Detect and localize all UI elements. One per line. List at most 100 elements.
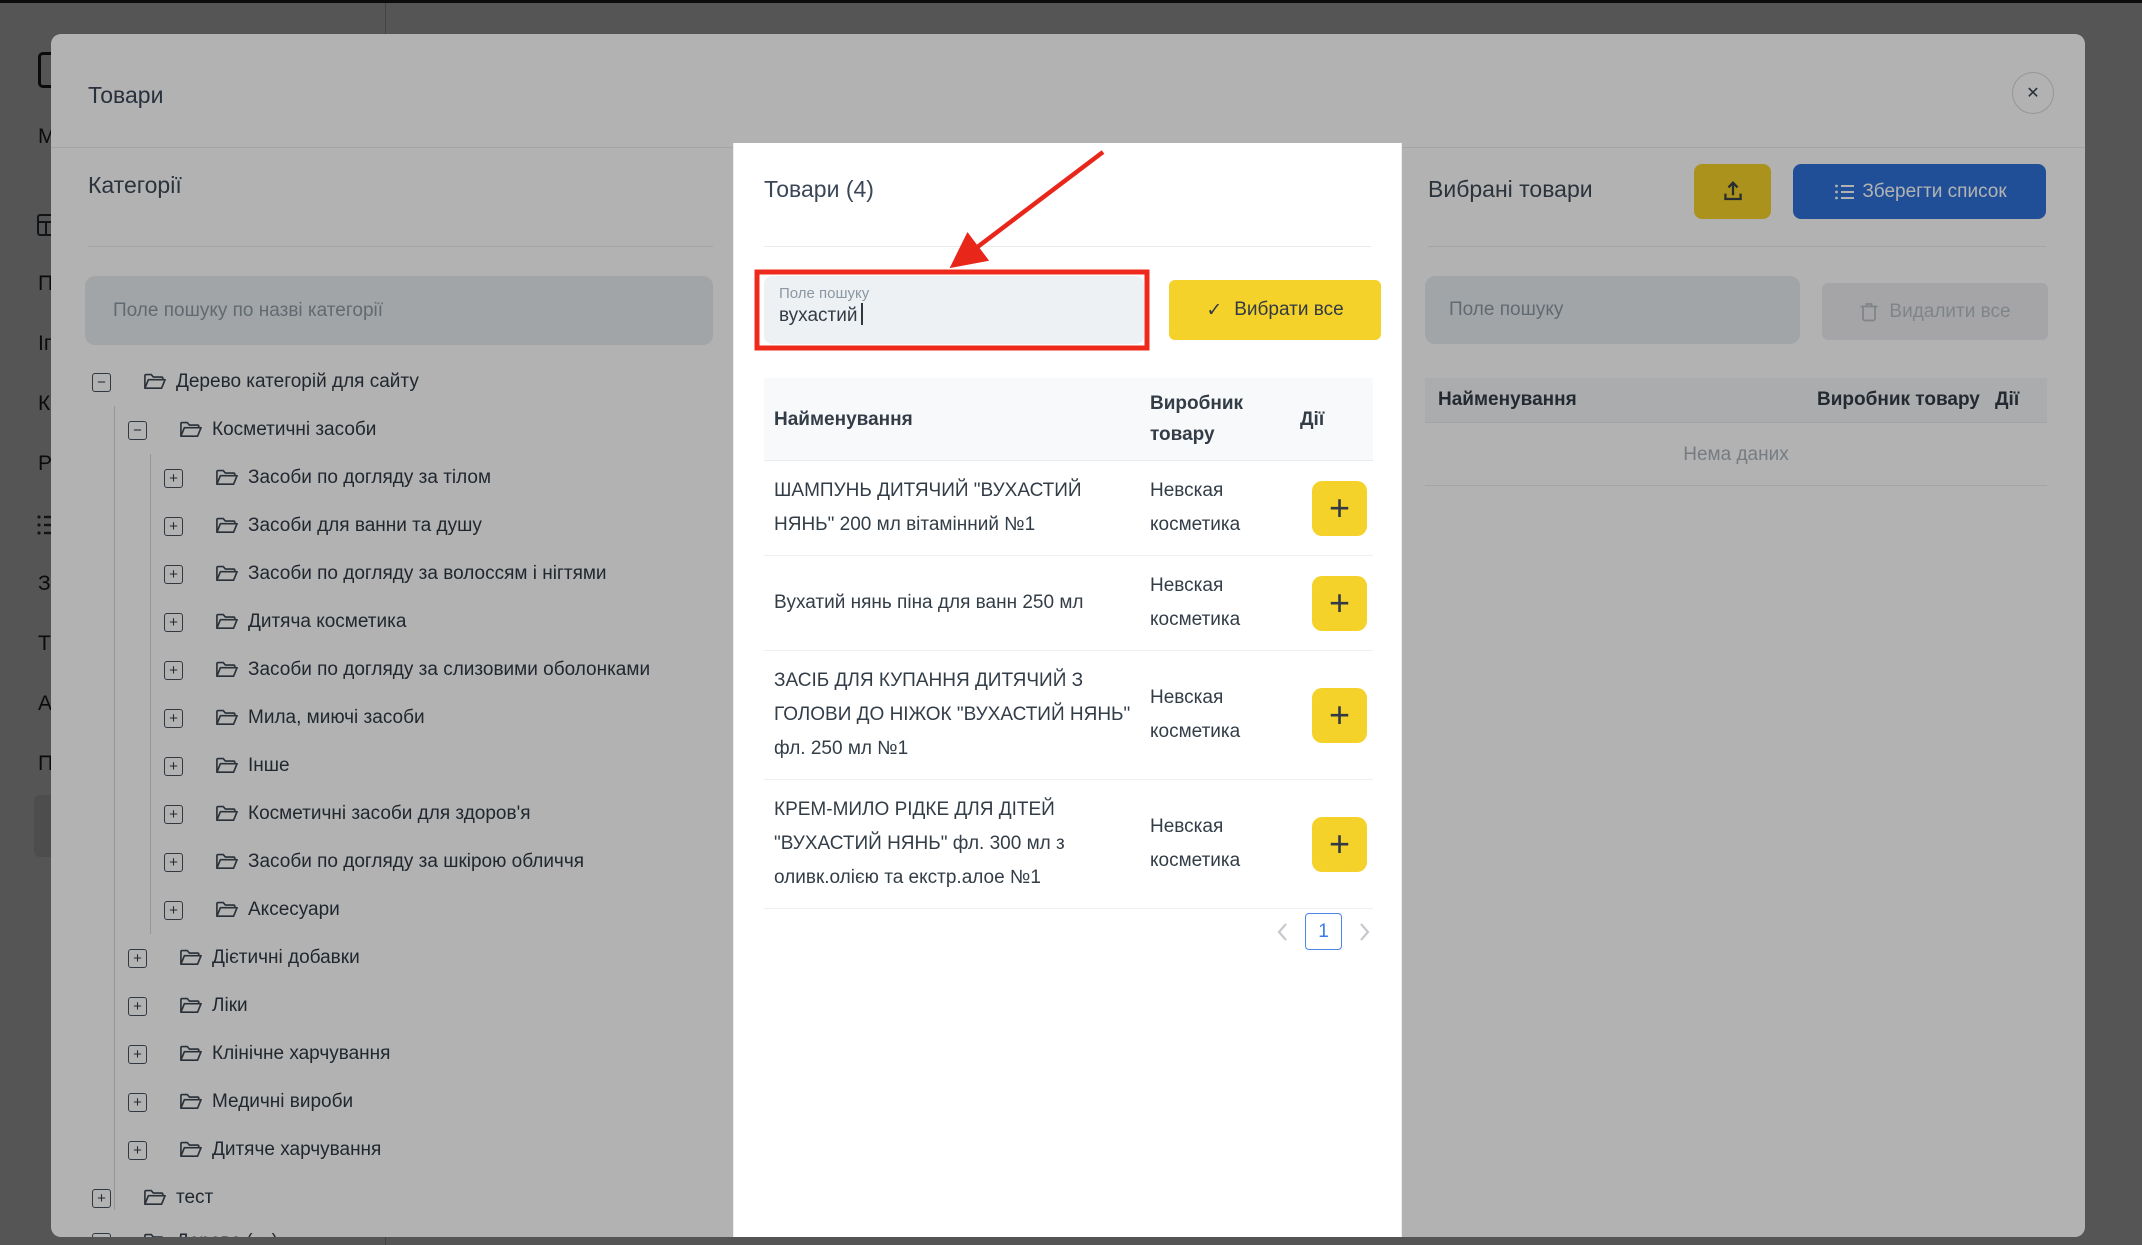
tree-expander-icon[interactable]: +	[128, 1045, 147, 1064]
folder-icon	[215, 804, 238, 824]
category-tree-item[interactable]: + Засоби по догляду за слизовими оболонк…	[164, 646, 733, 694]
category-tree-item[interactable]: + Клінічне харчування	[128, 1030, 733, 1078]
folder-icon	[143, 372, 166, 392]
tree-expander-icon[interactable]: +	[164, 853, 183, 872]
tree-expander-icon[interactable]: +	[164, 469, 183, 488]
add-product-button[interactable]: +	[1312, 576, 1367, 631]
tree-expander-icon[interactable]: +	[164, 805, 183, 824]
tree-expander-icon[interactable]: −	[128, 421, 147, 440]
category-tree-item[interactable]: + Дитяча косметика	[164, 598, 733, 646]
category-label[interactable]: Інше	[248, 755, 290, 777]
tree-expander-icon[interactable]: +	[164, 565, 183, 584]
category-tree-item[interactable]: + Засоби по догляду за тілом	[164, 454, 733, 502]
previous-page-icon[interactable]	[1276, 921, 1289, 943]
tree-expander-icon[interactable]: +	[128, 1141, 147, 1160]
category-tree-item[interactable]: + Інше	[164, 742, 733, 790]
empty-state: Нема даних	[1425, 425, 2047, 486]
category-label[interactable]: Косметичні засоби	[212, 419, 376, 441]
folder-icon	[215, 468, 238, 488]
delete-all-button[interactable]: Видалити все	[1822, 283, 2048, 340]
category-label[interactable]: Дієтичні добавки	[212, 947, 360, 969]
product-name: ШАМПУНЬ ДИТЯЧИЙ "ВУХАСТИЙ НЯНЬ" 200 мл в…	[774, 474, 1150, 542]
close-button[interactable]: ✕	[2012, 72, 2054, 114]
next-page-icon[interactable]	[1358, 921, 1371, 943]
tree-expander-icon[interactable]: +	[164, 709, 183, 728]
screen: М П Іп К Р З Т А П Товари ✕	[0, 0, 2142, 1245]
folder-icon	[179, 1092, 202, 1112]
category-label[interactable]: Дерево (…)	[176, 1231, 278, 1237]
category-label[interactable]: Мила, миючі засоби	[248, 707, 425, 729]
category-label[interactable]: Ліки	[212, 995, 248, 1017]
selected-search-input[interactable]: Поле пошуку	[1425, 276, 1800, 344]
category-tree-item[interactable]: − Дерево категорій для сайту	[92, 358, 733, 406]
delete-all-label: Видалити все	[1889, 301, 2010, 323]
tree-expander-icon[interactable]: +	[92, 1189, 111, 1208]
category-label[interactable]: Засоби по догляду за волоссям і нігтями	[248, 563, 607, 585]
category-label[interactable]: Клінічне харчування	[212, 1043, 390, 1065]
folder-icon	[215, 900, 238, 920]
product-row: КРЕМ-МИЛО РІДКЕ ДЛЯ ДІТЕЙ "ВУХАСТИЙ НЯНЬ…	[764, 780, 1373, 909]
tree-expander-icon[interactable]: +	[164, 613, 183, 632]
category-label[interactable]: Засоби по догляду за тілом	[248, 467, 491, 489]
save-list-button[interactable]: Зберегти список	[1793, 164, 2046, 219]
category-tree-item[interactable]: + тест	[92, 1174, 733, 1222]
add-product-button[interactable]: +	[1312, 688, 1367, 743]
folder-icon	[179, 996, 202, 1016]
category-tree-item[interactable]: + Засоби по догляду за шкірою обличчя	[164, 838, 733, 886]
category-tree-item[interactable]: + Дерево (…)	[92, 1222, 733, 1237]
tree-expander-icon[interactable]: +	[164, 901, 183, 920]
folder-icon	[215, 756, 238, 776]
product-name: КРЕМ-МИЛО РІДКЕ ДЛЯ ДІТЕЙ "ВУХАСТИЙ НЯНЬ…	[774, 793, 1150, 895]
category-label[interactable]: Медичні вироби	[212, 1091, 353, 1113]
category-label[interactable]: Дерево категорій для сайту	[176, 371, 419, 393]
category-label[interactable]: Аксесуари	[248, 899, 340, 921]
add-product-button[interactable]: +	[1312, 817, 1367, 872]
category-tree-item[interactable]: + Засоби для ванни та душу	[164, 502, 733, 550]
category-search-input[interactable]: Поле пошуку по назві категорії	[85, 276, 713, 345]
product-manufacturer: Невская косметика	[1150, 810, 1300, 878]
folder-icon	[215, 708, 238, 728]
category-tree-item[interactable]: − Косметичні засоби	[128, 406, 733, 454]
tree-expander-icon[interactable]: −	[92, 373, 111, 392]
category-label[interactable]: Засоби по догляду за слизовими оболонкам…	[248, 659, 650, 681]
selected-title: Вибрані товари	[1428, 176, 1593, 203]
product-row: Вухатий нянь піна для ванн 250 мл Невска…	[764, 556, 1373, 651]
category-tree-item[interactable]: + Аксесуари	[164, 886, 733, 934]
product-search-input[interactable]: Поле пошуку вухастий	[764, 276, 1144, 344]
add-product-button[interactable]: +	[1312, 481, 1367, 536]
tree-expander-icon[interactable]: +	[128, 1093, 147, 1112]
selected-products-panel: Вибрані товари Зберегти список Поле пош	[1425, 147, 2047, 1237]
tree-expander-icon[interactable]: +	[92, 1233, 111, 1238]
category-tree-item[interactable]: + Дитяче харчування	[128, 1126, 733, 1174]
tree-expander-icon[interactable]: +	[164, 661, 183, 680]
category-tree-item[interactable]: + Косметичні засоби для здоров'я	[164, 790, 733, 838]
category-tree-item[interactable]: + Засоби по догляду за волоссям і нігтям…	[164, 550, 733, 598]
page-number-button[interactable]: 1	[1305, 913, 1342, 950]
upload-button[interactable]	[1694, 164, 1771, 219]
category-label[interactable]: Засоби для ванни та душу	[248, 515, 482, 537]
category-tree-item[interactable]: + Дієтичні добавки	[128, 934, 733, 982]
plus-icon: +	[1329, 585, 1350, 621]
text-caret	[861, 303, 863, 325]
product-manufacturer: Невская косметика	[1150, 569, 1300, 637]
col-manufacturer: Виробник товару	[1817, 389, 1995, 411]
divider	[1428, 246, 2046, 247]
category-label[interactable]: тест	[176, 1187, 213, 1209]
product-row: ШАМПУНЬ ДИТЯЧИЙ "ВУХАСТИЙ НЯНЬ" 200 мл в…	[764, 461, 1373, 556]
category-tree-item[interactable]: + Мила, миючі засоби	[164, 694, 733, 742]
tree-expander-icon[interactable]: +	[164, 517, 183, 536]
category-tree-item[interactable]: + Медичні вироби	[128, 1078, 733, 1126]
category-label[interactable]: Засоби по догляду за шкірою обличчя	[248, 851, 584, 873]
plus-icon: +	[1329, 826, 1350, 862]
category-tree-item[interactable]: + Ліки	[128, 982, 733, 1030]
category-label[interactable]: Дитяча косметика	[248, 611, 406, 633]
select-all-label: Вибрати все	[1234, 299, 1343, 321]
tree-expander-icon[interactable]: +	[128, 997, 147, 1016]
tree-expander-icon[interactable]: +	[128, 949, 147, 968]
folder-icon	[179, 1044, 202, 1064]
category-label[interactable]: Дитяче харчування	[212, 1139, 381, 1161]
tree-expander-icon[interactable]: +	[164, 757, 183, 776]
category-label[interactable]: Косметичні засоби для здоров'я	[248, 803, 531, 825]
select-all-button[interactable]: ✓ Вибрати все	[1169, 280, 1381, 340]
check-icon: ✓	[1206, 299, 1222, 322]
